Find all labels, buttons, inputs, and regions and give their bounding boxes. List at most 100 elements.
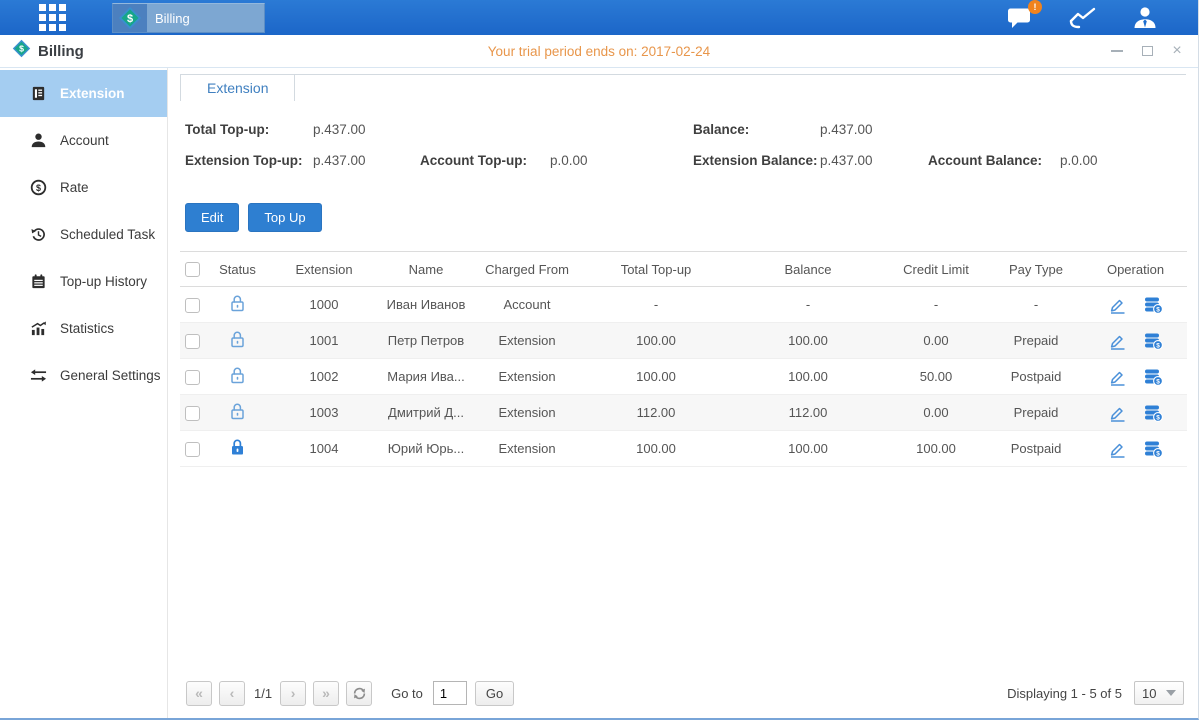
col-status: Status xyxy=(205,252,270,287)
cell-credit-limit: - xyxy=(884,287,988,323)
page-indicator: 1/1 xyxy=(254,686,272,701)
table-row[interactable]: 1004 Юрий Юрь... Extension 100.00 100.00… xyxy=(180,431,1187,467)
edit-row-icon[interactable] xyxy=(1108,404,1126,422)
cell-pay-type: Postpaid xyxy=(988,359,1084,395)
tab-strip: Extension xyxy=(180,68,1186,101)
table-row[interactable]: 1000 Иван Иванов Account - - - - xyxy=(180,287,1187,323)
rate-dollar-coin-icon: $ xyxy=(30,179,47,196)
notifications-message-icon[interactable]: ! xyxy=(1006,6,1034,29)
table-row[interactable]: 1002 Мария Ива... Extension 100.00 100.0… xyxy=(180,359,1187,395)
col-credit-limit: Credit Limit xyxy=(884,252,988,287)
total-topup-value: p.437.00 xyxy=(313,122,420,137)
cell-balance: 100.00 xyxy=(732,323,884,359)
row-checkbox[interactable] xyxy=(185,298,200,313)
cell-name: Дмитрий Д... xyxy=(378,395,474,431)
sidebar: Extension Account $ Rate xyxy=(0,68,168,718)
resource-monitor-chart-icon[interactable] xyxy=(1068,6,1098,30)
scheduled-task-clock-icon xyxy=(30,226,47,243)
row-checkbox[interactable] xyxy=(185,442,200,457)
sidebar-item-label: Account xyxy=(60,133,109,148)
row-checkbox[interactable] xyxy=(185,406,200,421)
lock-open-icon xyxy=(229,402,246,420)
account-balance-label: Account Balance: xyxy=(928,153,1060,168)
sidebar-item-general-settings[interactable]: General Settings xyxy=(0,352,167,399)
edit-row-icon[interactable] xyxy=(1108,296,1126,314)
col-pay-type: Pay Type xyxy=(988,252,1084,287)
maximize-button[interactable] xyxy=(1140,44,1154,58)
top-up-row-icon[interactable]: $ xyxy=(1144,440,1163,458)
extension-topup-label: Extension Top-up: xyxy=(185,153,313,168)
svg-text:$: $ xyxy=(127,13,133,25)
cell-credit-limit: 50.00 xyxy=(884,359,988,395)
next-page-button[interactable]: › xyxy=(280,681,306,706)
edit-row-icon[interactable] xyxy=(1108,440,1126,458)
edit-button[interactable]: Edit xyxy=(185,203,239,232)
row-checkbox[interactable] xyxy=(185,370,200,385)
sidebar-item-topup-history[interactable]: Top-up History xyxy=(0,258,167,305)
sidebar-item-scheduled-task[interactable]: Scheduled Task xyxy=(0,211,167,258)
status-lock-icon xyxy=(229,372,246,387)
cell-extension: 1002 xyxy=(270,359,378,395)
go-button[interactable]: Go xyxy=(475,681,514,706)
prev-page-button[interactable]: ‹ xyxy=(219,681,245,706)
goto-page-input[interactable] xyxy=(433,681,467,705)
account-topup-value: p.0.00 xyxy=(550,153,693,168)
cell-extension: 1000 xyxy=(270,287,378,323)
top-up-row-icon[interactable]: $ xyxy=(1144,368,1163,386)
refresh-icon xyxy=(352,686,367,701)
extension-topup-value: p.437.00 xyxy=(313,153,420,168)
statistics-chart-icon xyxy=(30,320,47,337)
svg-text:$: $ xyxy=(19,44,24,54)
window-titlebar: $ Billing Your trial period ends on: 201… xyxy=(0,35,1198,68)
table-row[interactable]: 1003 Дмитрий Д... Extension 112.00 112.0… xyxy=(180,395,1187,431)
col-name: Name xyxy=(378,252,474,287)
notification-badge: ! xyxy=(1028,0,1042,14)
pagination-bar: « ‹ 1/1 › » Go to Go Displaying xyxy=(180,676,1186,718)
tab-extension[interactable]: Extension xyxy=(180,74,295,101)
sidebar-item-rate[interactable]: $ Rate xyxy=(0,164,167,211)
top-up-button[interactable]: Top Up xyxy=(248,203,321,232)
cell-total-topup: - xyxy=(580,287,732,323)
sidebar-item-label: Rate xyxy=(60,180,89,195)
sidebar-item-statistics[interactable]: Statistics xyxy=(0,305,167,352)
page-size-select[interactable]: 10 xyxy=(1134,681,1184,705)
lock-closed-icon xyxy=(229,438,246,456)
minimize-button[interactable] xyxy=(1110,44,1124,58)
app-launcher-grid-icon[interactable] xyxy=(38,4,66,32)
first-page-button[interactable]: « xyxy=(186,681,212,706)
edit-row-icon[interactable] xyxy=(1108,332,1126,350)
close-button[interactable]: × xyxy=(1170,44,1184,58)
balance-label: Balance: xyxy=(693,122,820,137)
cell-balance: - xyxy=(732,287,884,323)
sidebar-item-label: Extension xyxy=(60,86,125,101)
status-lock-icon xyxy=(229,336,246,351)
col-charged-from: Charged From xyxy=(474,252,580,287)
col-operation: Operation xyxy=(1084,252,1187,287)
taskbar-tab-billing[interactable]: $ Billing xyxy=(112,3,265,33)
sidebar-item-account[interactable]: Account xyxy=(0,117,167,164)
refresh-button[interactable] xyxy=(346,681,372,706)
top-up-row-icon[interactable]: $ xyxy=(1144,404,1163,422)
table-row[interactable]: 1001 Петр Петров Extension 100.00 100.00… xyxy=(180,323,1187,359)
last-page-button[interactable]: » xyxy=(313,681,339,706)
top-up-row-icon[interactable]: $ xyxy=(1144,296,1163,314)
svg-text:$: $ xyxy=(1156,342,1160,349)
edit-row-icon[interactable] xyxy=(1108,368,1126,386)
topup-history-calendar-icon xyxy=(30,273,47,290)
total-topup-label: Total Top-up: xyxy=(185,122,313,137)
user-account-icon[interactable] xyxy=(1132,5,1158,31)
window-title: Billing xyxy=(38,43,84,60)
cell-total-topup: 100.00 xyxy=(580,323,732,359)
lock-open-icon xyxy=(229,330,246,348)
cell-pay-type: Prepaid xyxy=(988,323,1084,359)
select-all-checkbox[interactable] xyxy=(185,262,200,277)
cell-total-topup: 112.00 xyxy=(580,395,732,431)
sidebar-item-extension[interactable]: Extension xyxy=(0,70,167,117)
row-checkbox[interactable] xyxy=(185,334,200,349)
cell-charged-from: Extension xyxy=(474,395,580,431)
extension-balance-value: p.437.00 xyxy=(820,153,928,168)
status-lock-icon xyxy=(229,408,246,423)
balance-value: p.437.00 xyxy=(820,122,928,137)
cell-name: Юрий Юрь... xyxy=(378,431,474,467)
top-up-row-icon[interactable]: $ xyxy=(1144,332,1163,350)
